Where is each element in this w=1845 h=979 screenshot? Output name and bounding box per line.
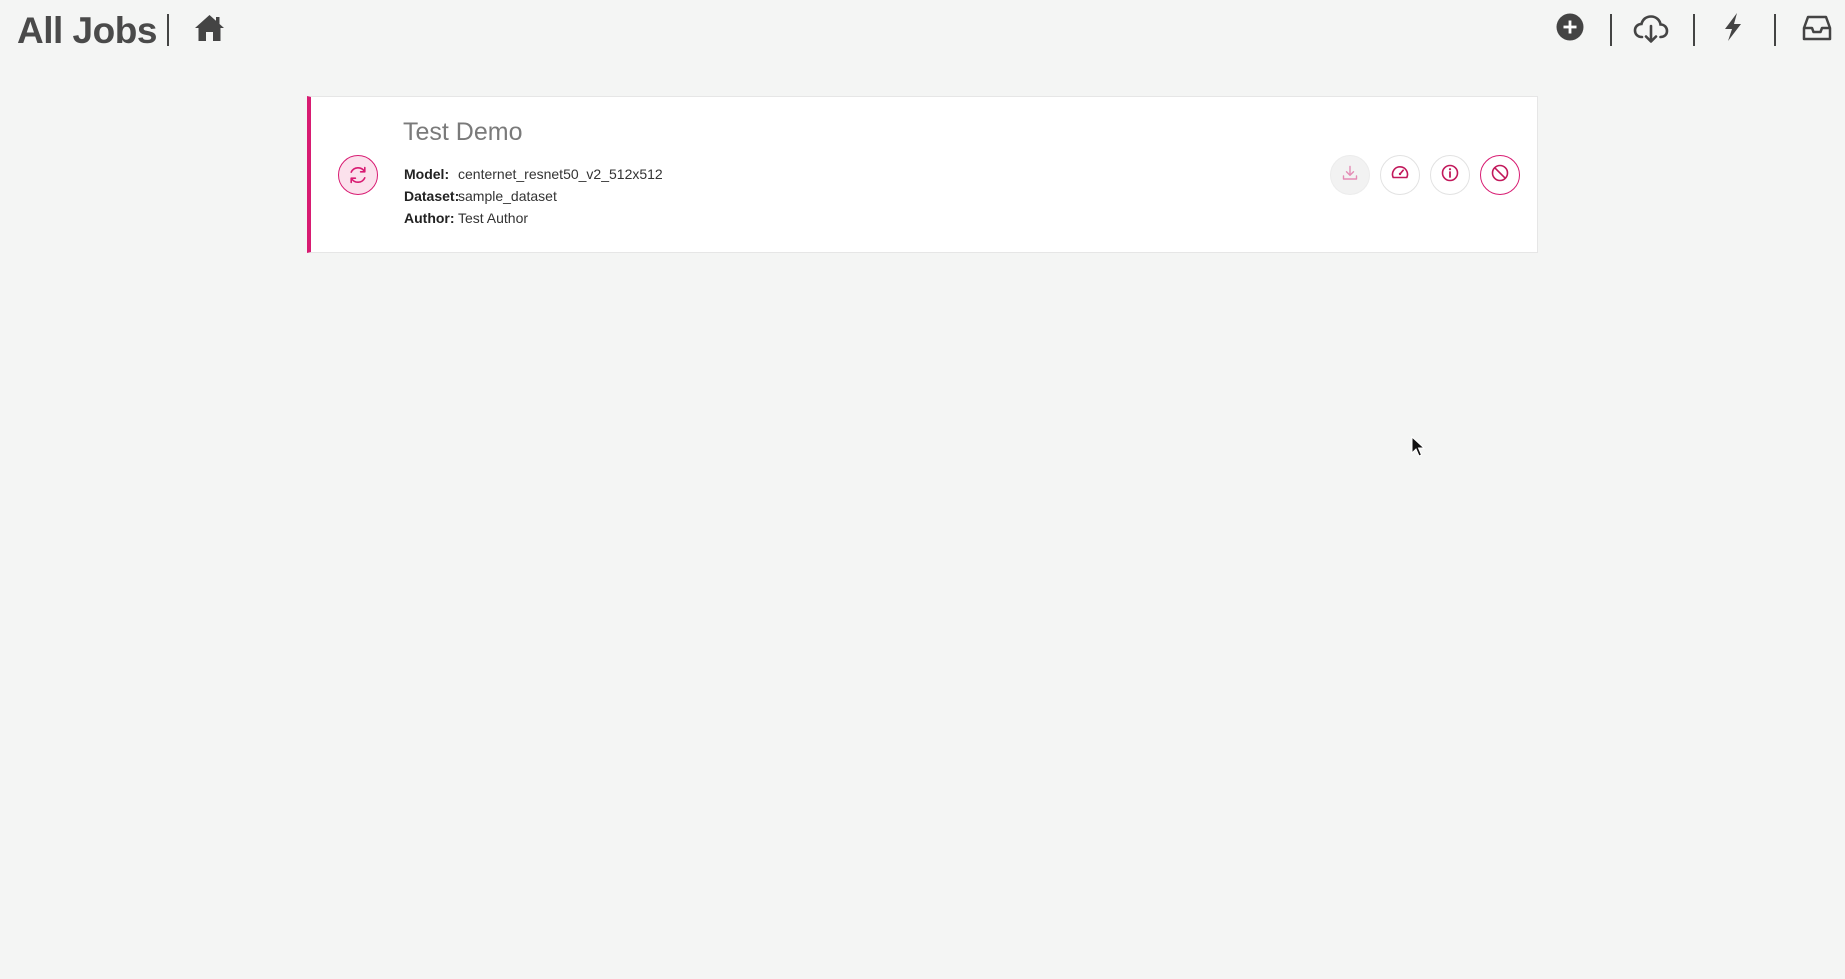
download-button[interactable] [1330,155,1370,195]
job-model: Model: centernet_resnet50_v2_512x512 [404,165,663,183]
mouse-cursor [1411,435,1426,463]
page-title: All Jobs [17,10,157,51]
cloud-download-icon[interactable] [1633,13,1669,45]
cancel-icon [1490,163,1510,188]
plus-circle-icon[interactable] [1556,13,1584,41]
job-title[interactable]: Test Demo [403,116,522,148]
dataset-label: Dataset: [404,188,460,204]
job-author: Author: Test Author [404,209,528,227]
cancel-button[interactable] [1480,155,1520,195]
inbox-icon[interactable] [1801,13,1833,43]
dashboard-button[interactable] [1380,155,1420,195]
dashboard-gauge-icon [1390,163,1410,188]
sync-icon [338,155,378,195]
info-icon [1440,163,1460,188]
job-card[interactable]: Test Demo Model: centernet_resnet50_v2_51… [307,96,1538,253]
author-label: Author: [404,210,455,226]
info-button[interactable] [1430,155,1470,195]
divider-3 [1774,14,1776,46]
divider-1 [1610,14,1612,46]
dataset-value: sample_dataset [458,188,557,204]
home-icon[interactable] [193,12,225,44]
model-label: Model: [404,166,450,182]
divider-2 [1693,14,1695,46]
bolt-icon[interactable] [1720,11,1746,43]
job-actions [1330,155,1520,195]
job-dataset: Dataset:sample_dataset [404,187,557,205]
title-divider [167,14,169,46]
model-value: centernet_resnet50_v2_512x512 [458,166,663,182]
author-value: Test Author [458,210,529,226]
download-icon [1341,164,1359,187]
top-bar: All Jobs [0,0,1845,62]
